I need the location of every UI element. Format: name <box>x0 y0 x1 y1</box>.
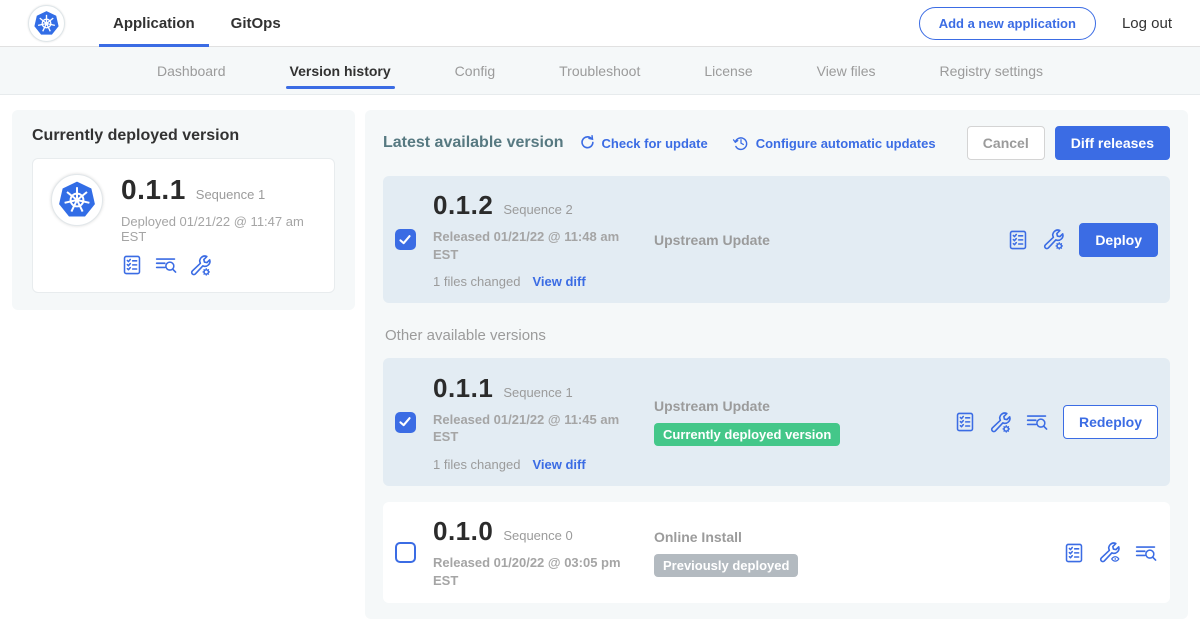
version-source-label: Upstream Update <box>654 232 954 248</box>
tab-application[interactable]: Application <box>99 0 209 46</box>
update-schedule-icon <box>732 134 750 152</box>
add-new-application-button[interactable]: Add a new application <box>919 7 1096 40</box>
app-icon <box>51 174 103 226</box>
edit-config-icon[interactable] <box>1007 229 1029 251</box>
kubernetes-logo-icon <box>28 5 65 42</box>
previously-deployed-badge: Previously deployed <box>654 554 798 577</box>
subnav-config[interactable]: Config <box>455 47 495 94</box>
redeploy-button[interactable]: Redeploy <box>1063 405 1158 439</box>
currently-deployed-panel: Currently deployed version 0 <box>12 110 355 310</box>
version-checkbox-checked[interactable] <box>395 412 416 433</box>
version-number: 0.1.1 <box>433 373 493 404</box>
deployed-sequence-label: Sequence 1 <box>196 187 265 202</box>
files-changed-label: 1 files changed <box>433 457 520 472</box>
edit-config-icon[interactable] <box>1063 542 1085 564</box>
other-versions-title: Other available versions <box>385 327 1170 344</box>
version-number: 0.1.2 <box>433 190 493 221</box>
refresh-icon <box>578 134 596 152</box>
preflight-wrench-gear-icon[interactable] <box>189 254 212 277</box>
main-content: Currently deployed version 0 <box>0 95 1200 634</box>
logout-link[interactable]: Log out <box>1122 15 1172 32</box>
version-history-panel: Latest available version Check for updat… <box>365 110 1188 619</box>
deployed-version-card: 0.1.1 Sequence 1 Deployed 01/21/22 @ 11:… <box>32 158 335 293</box>
subnav-troubleshoot[interactable]: Troubleshoot <box>559 47 640 94</box>
preflight-wrench-gear-icon[interactable] <box>1042 228 1065 251</box>
edit-config-icon[interactable] <box>121 254 143 277</box>
version-source-label: Upstream Update <box>654 398 954 414</box>
preflight-wrench-eye-icon[interactable] <box>1098 541 1121 564</box>
edit-config-icon[interactable] <box>954 411 976 433</box>
version-source-label: Online Install <box>654 529 954 545</box>
check-for-update-link[interactable]: Check for update <box>578 134 708 152</box>
subnav-license[interactable]: License <box>704 47 752 94</box>
version-row: 0.1.1 Sequence 1 Released 01/21/22 @ 11:… <box>383 358 1170 486</box>
released-timestamp: Released 01/21/22 @ 11:48 am EST <box>433 228 633 263</box>
latest-available-title: Latest available version <box>383 134 564 152</box>
cancel-button[interactable]: Cancel <box>967 126 1045 160</box>
deployed-timestamp: Deployed 01/21/22 @ 11:47 am EST <box>121 214 316 244</box>
version-number: 0.1.0 <box>433 516 493 547</box>
configure-automatic-updates-link[interactable]: Configure automatic updates <box>732 134 936 152</box>
latest-available-header: Latest available version Check for updat… <box>383 126 1170 160</box>
tab-gitops[interactable]: GitOps <box>217 0 295 46</box>
top-navbar: Application GitOps Add a new application… <box>0 0 1200 47</box>
sequence-label: Sequence 1 <box>503 385 572 400</box>
app-logo <box>28 0 65 46</box>
deploy-logs-icon[interactable] <box>1025 411 1049 433</box>
deployed-panel-title: Currently deployed version <box>32 127 335 145</box>
app-subnav: Dashboard Version history Config Trouble… <box>0 47 1200 95</box>
deploy-logs-icon[interactable] <box>1134 542 1158 564</box>
top-tabs: Application GitOps <box>99 0 295 46</box>
diff-releases-button[interactable]: Diff releases <box>1055 126 1170 160</box>
preflight-wrench-gear-icon[interactable] <box>989 411 1012 434</box>
released-timestamp: Released 01/20/22 @ 03:05 pm EST <box>433 554 633 589</box>
version-checkbox-unchecked[interactable] <box>395 542 416 563</box>
view-diff-link[interactable]: View diff <box>532 457 585 472</box>
sequence-label: Sequence 2 <box>503 202 572 217</box>
deploy-logs-icon[interactable] <box>154 254 178 277</box>
currently-deployed-badge: Currently deployed version <box>654 423 840 446</box>
released-timestamp: Released 01/21/22 @ 11:45 am EST <box>433 411 633 446</box>
subnav-view-files[interactable]: View files <box>817 47 876 94</box>
version-row: 0.1.2 Sequence 2 Released 01/21/22 @ 11:… <box>383 176 1170 303</box>
view-diff-link[interactable]: View diff <box>532 274 585 289</box>
deploy-button[interactable]: Deploy <box>1079 223 1158 257</box>
deployed-version-number: 0.1.1 <box>121 174 186 206</box>
version-row: 0.1.0 Sequence 0 Released 01/20/22 @ 03:… <box>383 502 1170 603</box>
subnav-dashboard[interactable]: Dashboard <box>157 47 226 94</box>
subnav-registry-settings[interactable]: Registry settings <box>940 47 1043 94</box>
version-checkbox-checked[interactable] <box>395 229 416 250</box>
files-changed-label: 1 files changed <box>433 274 520 289</box>
sequence-label: Sequence 0 <box>503 528 572 543</box>
subnav-version-history[interactable]: Version history <box>290 47 391 94</box>
